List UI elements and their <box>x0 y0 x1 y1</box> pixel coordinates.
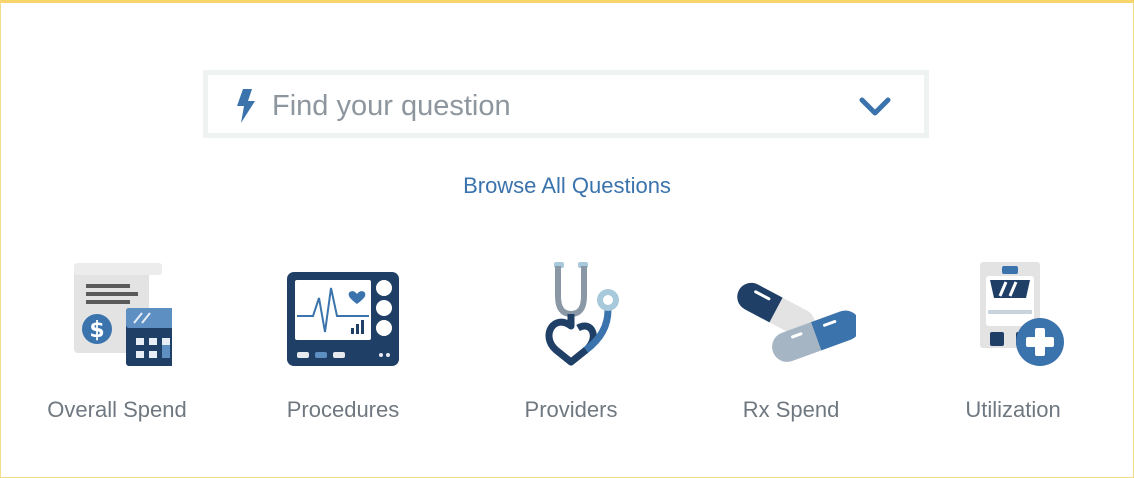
browse-all-questions: Browse All Questions <box>0 173 1134 199</box>
heart-monitor-icon <box>287 272 399 366</box>
category-rx-spend[interactable]: Rx Spend <box>701 258 881 428</box>
category-procedures[interactable]: Procedures <box>253 258 433 428</box>
browse-all-questions-link[interactable]: Browse All Questions <box>463 173 671 198</box>
question-search[interactable] <box>203 70 929 138</box>
category-utilization[interactable]: Utilization <box>923 258 1103 428</box>
category-providers[interactable]: Providers <box>481 258 661 428</box>
category-label: Procedures <box>286 397 400 422</box>
svg-text:$: $ <box>89 318 104 343</box>
pills-icon <box>737 282 856 362</box>
ambulance-icon <box>980 262 1064 366</box>
invoice-calculator-icon: $ <box>74 263 172 366</box>
chevron-down-icon[interactable] <box>859 97 891 117</box>
category-label: Providers <box>524 397 618 422</box>
search-input[interactable] <box>270 83 834 129</box>
category-overall-spend[interactable]: $ Overall Spend <box>27 258 207 428</box>
lightning-bolt-icon <box>237 89 255 123</box>
category-label: Rx Spend <box>742 397 840 422</box>
category-label: Overall Spend <box>47 397 187 422</box>
stethoscope-icon <box>545 262 619 366</box>
category-label: Utilization <box>965 397 1061 422</box>
